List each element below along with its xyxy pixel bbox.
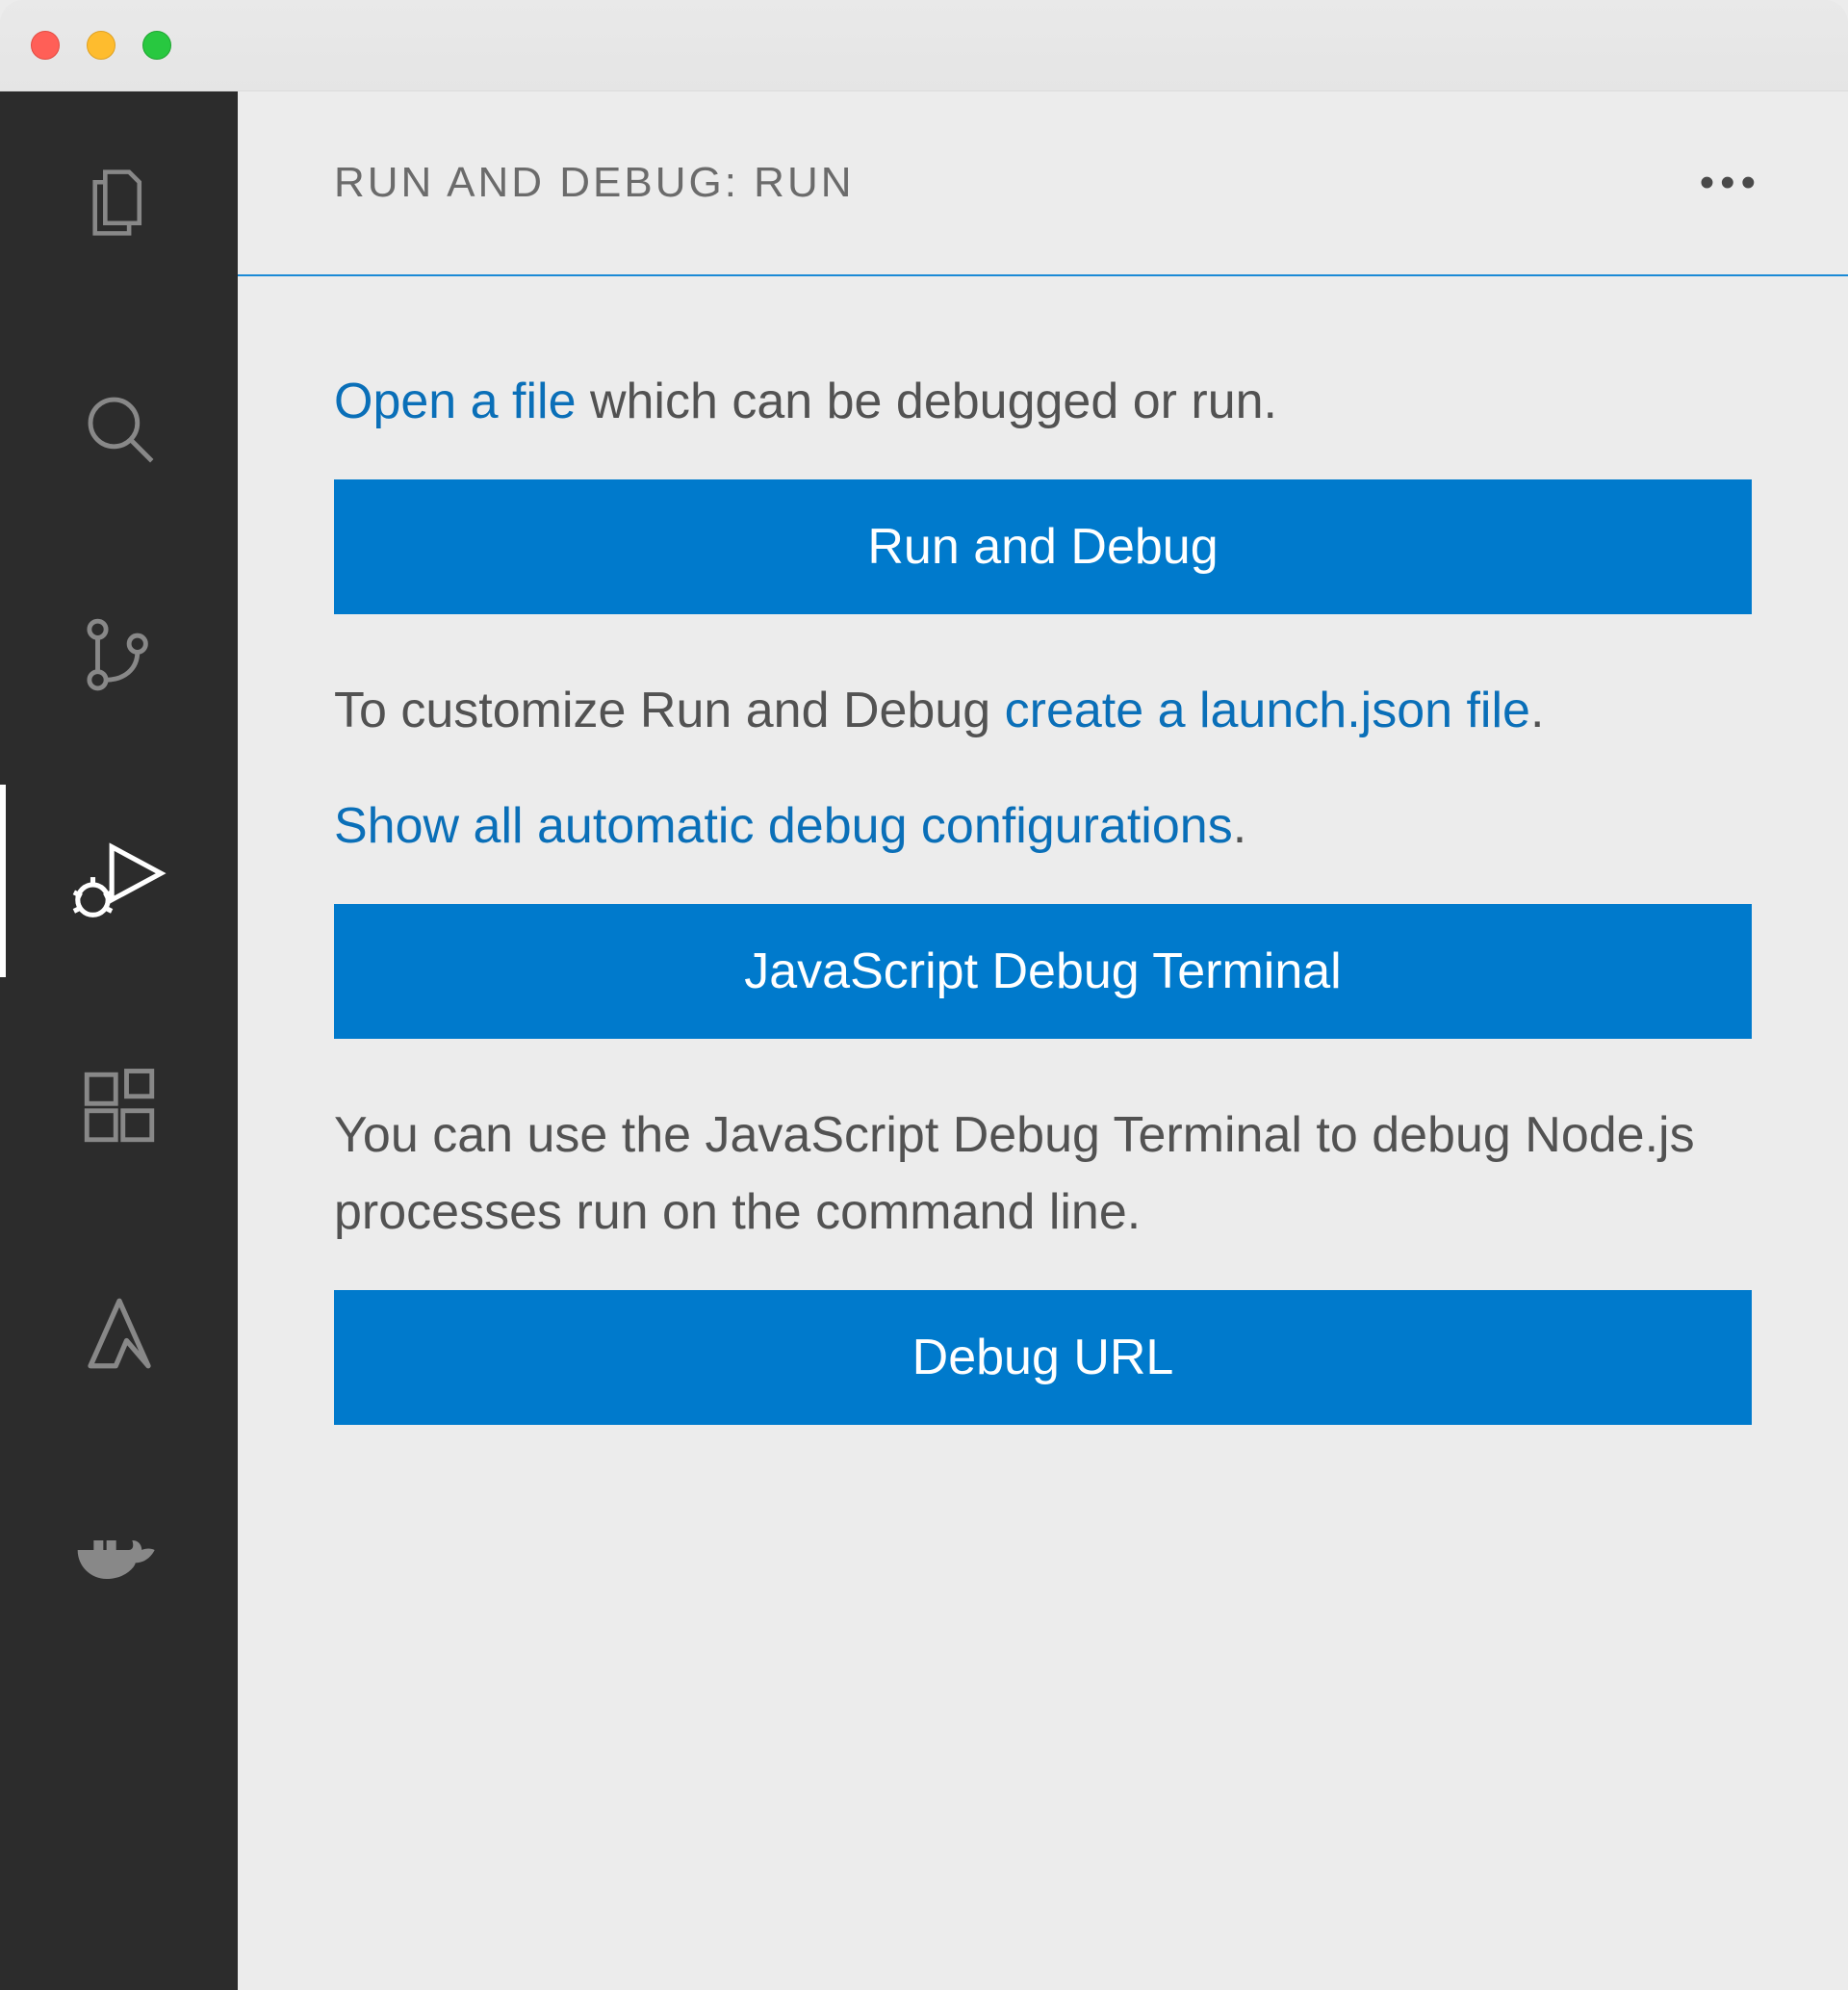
vscode-window: RUN AND DEBUG: RUN ••• Open a file which… [0, 0, 1848, 1990]
search-icon [76, 385, 163, 472]
customize-hint: To customize Run and Debug create a laun… [334, 672, 1752, 750]
run-and-debug-panel: RUN AND DEBUG: RUN ••• Open a file which… [238, 91, 1848, 1990]
window-close-button[interactable] [31, 31, 60, 60]
activity-source-control[interactable] [0, 587, 238, 722]
window-minimize-button[interactable] [87, 31, 116, 60]
activity-bar [0, 91, 238, 1990]
panel-title: RUN AND DEBUG: RUN [334, 159, 855, 207]
js-debug-terminal-button[interactable]: JavaScript Debug Terminal [334, 904, 1752, 1039]
azure-icon [76, 1290, 163, 1377]
activity-search[interactable] [0, 361, 238, 496]
customize-post: . [1530, 683, 1544, 738]
activity-extensions[interactable] [0, 1040, 238, 1175]
run-and-debug-button[interactable]: Run and Debug [334, 479, 1752, 614]
panel-header: RUN AND DEBUG: RUN ••• [238, 91, 1848, 274]
create-launch-json-link[interactable]: create a launch.json file [1005, 683, 1530, 738]
open-file-rest: which can be debugged or run. [577, 374, 1278, 429]
show-all-hint: Show all automatic debug configurations. [334, 788, 1752, 866]
window-fullscreen-button[interactable] [142, 31, 171, 60]
activity-docker[interactable] [0, 1492, 238, 1627]
js-terminal-desc: You can use the JavaScript Debug Termina… [334, 1097, 1752, 1252]
activity-azure[interactable] [0, 1266, 238, 1401]
panel-more-actions[interactable]: ••• [1700, 159, 1761, 207]
show-all-post: . [1233, 798, 1246, 854]
extensions-icon [76, 1064, 163, 1150]
open-file-link[interactable]: Open a file [334, 374, 577, 429]
debug-url-button[interactable]: Debug URL [334, 1290, 1752, 1425]
files-icon [78, 157, 160, 248]
open-file-hint: Open a file which can be debugged or run… [334, 363, 1752, 441]
customize-pre: To customize Run and Debug [334, 683, 1005, 738]
panel-content: Open a file which can be debugged or run… [238, 274, 1848, 1540]
source-control-icon [76, 611, 163, 698]
docker-icon [71, 1521, 167, 1598]
show-all-configs-link[interactable]: Show all automatic debug configurations [334, 798, 1233, 854]
activity-run-and-debug[interactable] [0, 814, 238, 948]
titlebar [0, 0, 1848, 91]
debug-icon [66, 833, 172, 929]
activity-explorer[interactable] [0, 135, 238, 270]
